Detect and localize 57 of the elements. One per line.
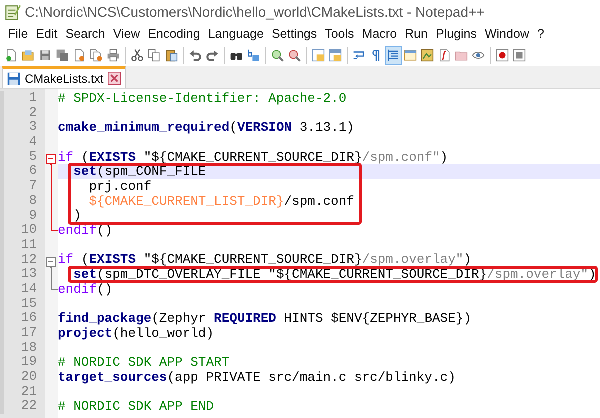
redo-icon [206, 48, 219, 62]
code-line: find_package(Zephyr REQUIRED HINTS $ENV{ZEPHYR_BASE}) [58, 313, 472, 324]
code-line: endif() [58, 225, 113, 236]
replace-icon [247, 48, 260, 62]
printer-icon [107, 48, 120, 62]
undo-icon [189, 48, 202, 62]
close-icon[interactable] [108, 72, 121, 85]
code-line: target_sources(app PRIVATE src/main.c src/blinky.c) [58, 372, 456, 383]
code-line: ${CMAKE_CURRENT_LIST_DIR}/spm.conf [88, 196, 354, 207]
scissors-icon [131, 48, 144, 62]
file-tab[interactable]: CMakeLists.txt [2, 66, 126, 88]
menu-item[interactable]: Search [62, 24, 110, 44]
code-line: prj.conf [88, 180, 152, 192]
folder-icon [22, 48, 35, 62]
menu-item[interactable]: Plugins [432, 24, 481, 44]
window-icon [404, 48, 417, 62]
menu-item[interactable]: View [109, 24, 144, 44]
horizontal-sync-icon [329, 48, 342, 62]
zoom-in-icon [271, 48, 284, 62]
map-icon [421, 48, 434, 62]
function-document-icon [438, 48, 451, 62]
fold-toggle-icon[interactable] [46, 256, 56, 268]
clipboard-icon [165, 48, 178, 62]
menu-item[interactable]: Window [480, 24, 534, 44]
code-line: project(hello_world) [58, 328, 214, 339]
code-line: endif() [58, 284, 113, 295]
code-line: ) [72, 210, 82, 222]
code-line: # NORDIC SDK APP END [58, 401, 214, 412]
menu-item[interactable]: Encoding [144, 24, 204, 44]
close-file-icon [73, 48, 86, 62]
copy-icon [148, 48, 161, 62]
menu-item[interactable]: Macro [358, 24, 402, 44]
zoom-out-icon [288, 48, 301, 62]
menu-item[interactable]: Language [204, 24, 268, 44]
close-files-icon [90, 48, 103, 62]
code-line: cmake_minimum_required(VERSION 3.13.1) [58, 122, 354, 134]
menu-item[interactable]: Edit [32, 24, 62, 44]
tab-label: CMakeLists.txt [25, 70, 104, 88]
code-line: # NORDIC SDK APP START [58, 357, 230, 368]
menu-item[interactable]: Tools [321, 24, 358, 44]
vertical-sync-icon [312, 48, 325, 62]
menu-item[interactable]: ? [533, 24, 548, 44]
code-line: # SPDX-License-Identifier: Apache-2.0 [58, 92, 347, 104]
menu-item[interactable]: Settings [268, 24, 322, 44]
floppy-disks-icon [56, 48, 69, 62]
new-file-icon [5, 48, 18, 62]
code-line: set(spm_CONF_FILE [72, 166, 206, 178]
menu-item[interactable]: File [4, 24, 32, 44]
notepad-icon [4, 4, 21, 20]
menu-item[interactable]: Run [401, 24, 432, 44]
fold-toggle-icon[interactable] [46, 154, 56, 165]
indent-guide-icon [387, 48, 400, 62]
stop-icon [513, 48, 526, 62]
code-line: if (EXISTS "${CMAKE_CURRENT_SOURCE_DIR}/spm.overlay") [58, 254, 472, 266]
window-title: C:\Nordic\NCS\Customers\Nordic\hello_world\CMakeLists.txt - Notepad++ [25, 2, 485, 22]
code-line: if (EXISTS "${CMAKE_CURRENT_SOURCE_DIR}/spm.conf") [58, 152, 448, 163]
record-icon [496, 48, 509, 62]
